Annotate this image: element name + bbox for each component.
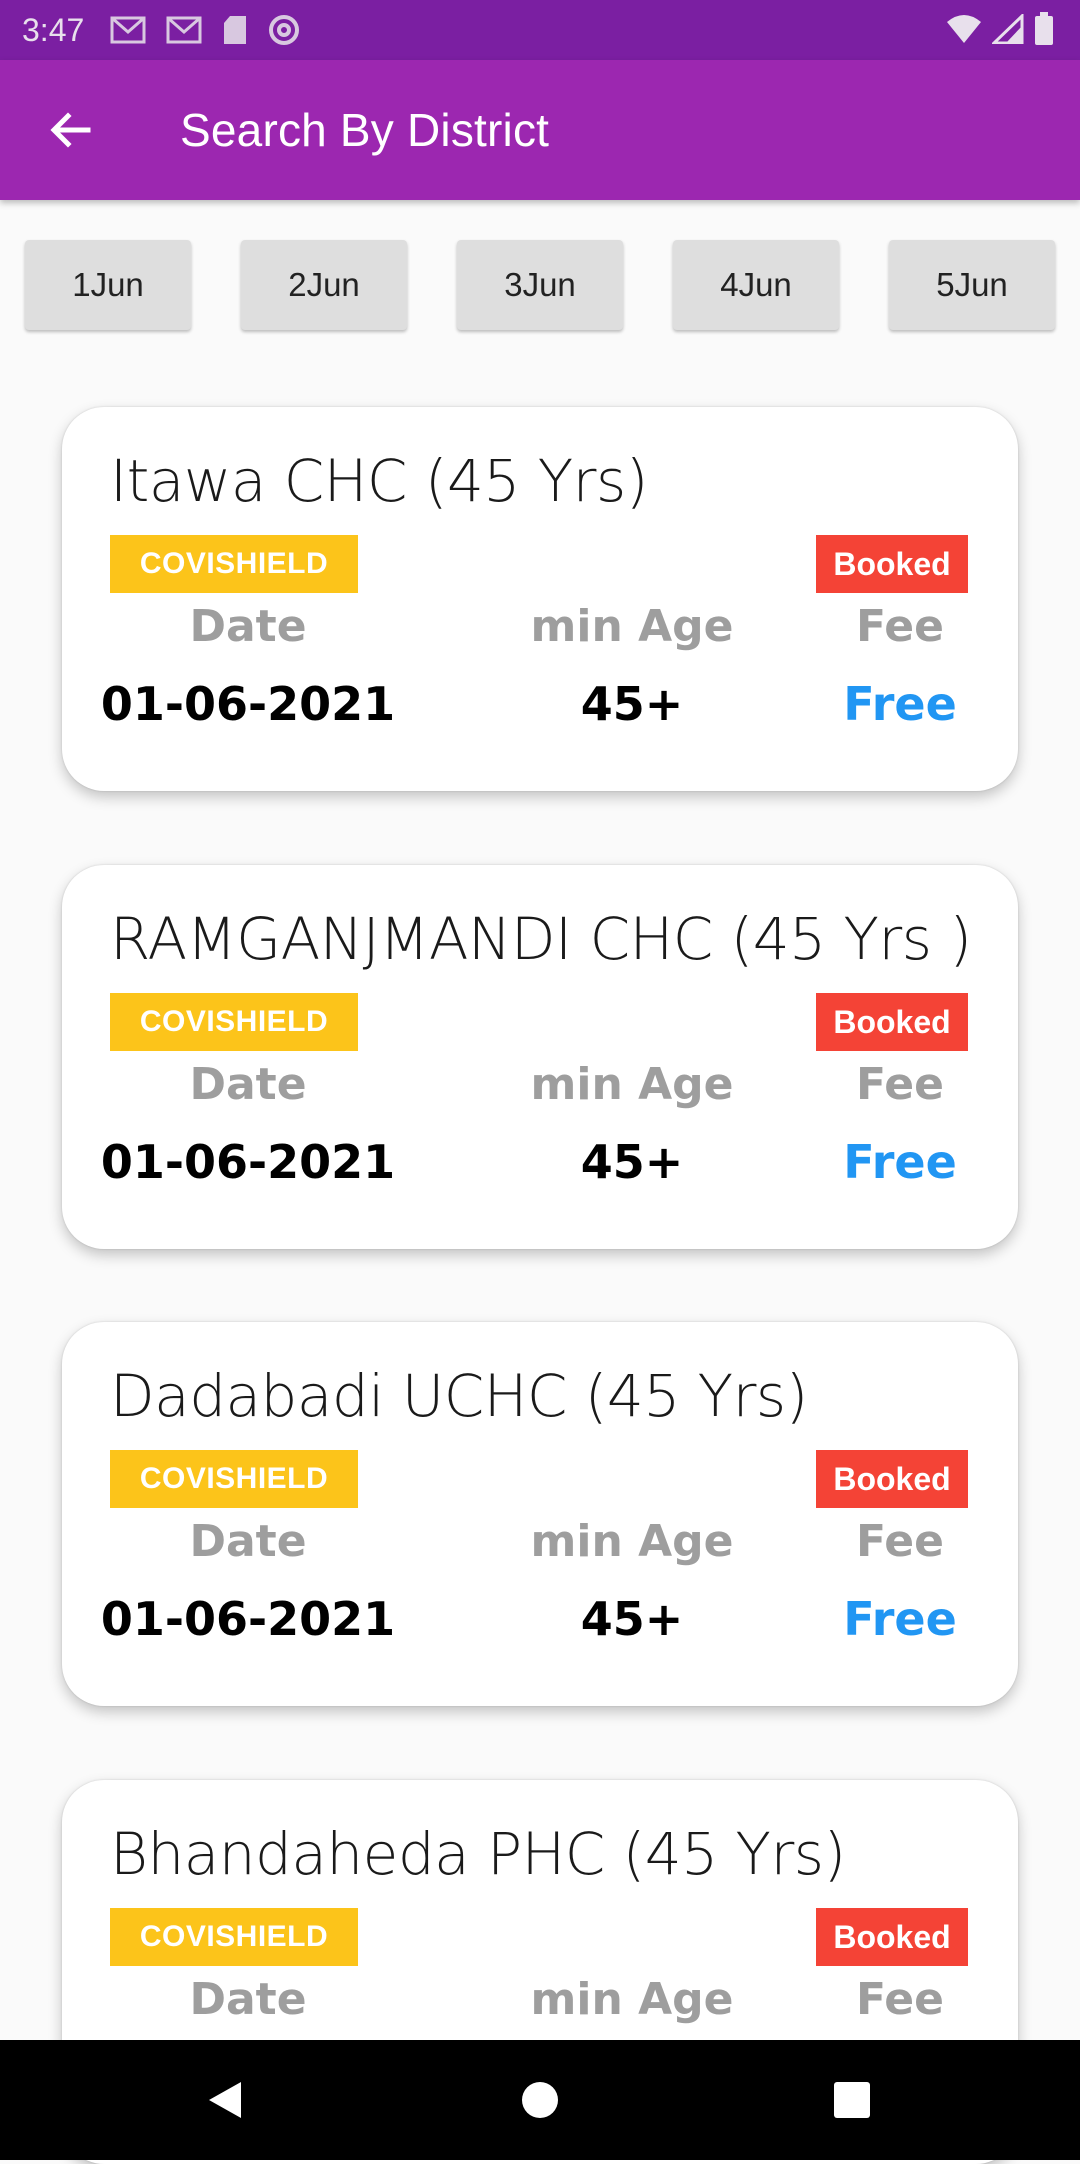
center-card[interactable]: Dadabadi UCHC (45 Yrs) COVISHIELD Booked…: [62, 1322, 1018, 1706]
nav-back-button[interactable]: [165, 2040, 285, 2160]
vaccine-badge: COVISHIELD: [110, 993, 358, 1051]
at-sign-icon: [268, 14, 300, 46]
battery-icon: [1034, 12, 1054, 51]
min-age-value: 45+: [580, 1135, 684, 1189]
date-label: Date: [189, 601, 307, 652]
recents-square-icon: [834, 2082, 870, 2118]
center-name: RAMGANJMANDI CHC (45 Yrs ): [110, 905, 972, 973]
date-value: 01-06-2021: [100, 1135, 396, 1189]
status-badge: Booked: [816, 1908, 968, 1966]
gmail-icon: [166, 16, 202, 44]
date-tabs: 1Jun 2Jun 3Jun 4Jun 5Jun: [0, 240, 1080, 330]
center-card[interactable]: RAMGANJMANDI CHC (45 Yrs ) COVISHIELD Bo…: [62, 865, 1018, 1249]
date-tab-1jun[interactable]: 1Jun: [25, 240, 191, 330]
date-label: Date: [189, 1974, 307, 2025]
page-title: Search By District: [180, 104, 550, 156]
gmail-icon: [110, 16, 146, 44]
min-age-label: min Age: [530, 1059, 734, 1110]
center-name: Itawa CHC (45 Yrs): [110, 447, 648, 515]
navigation-bar: [0, 2040, 1080, 2160]
date-value: 01-06-2021: [100, 1592, 396, 1646]
fee-value: Free: [843, 677, 957, 731]
date-label: Date: [189, 1059, 307, 1110]
vaccine-badge: COVISHIELD: [110, 1450, 358, 1508]
status-badge: Booked: [816, 993, 968, 1051]
date-tab-5jun[interactable]: 5Jun: [889, 240, 1055, 330]
min-age-value: 45+: [580, 1592, 684, 1646]
fee-value: Free: [843, 1135, 957, 1189]
date-label: Date: [189, 1516, 307, 1567]
min-age-label: min Age: [530, 601, 734, 652]
min-age-label: min Age: [530, 1516, 734, 1567]
date-tab-3jun[interactable]: 3Jun: [457, 240, 623, 330]
date-tab-2jun[interactable]: 2Jun: [241, 240, 407, 330]
min-age-value: 45+: [580, 677, 684, 731]
fee-label: Fee: [856, 1059, 944, 1110]
status-badge: Booked: [816, 535, 968, 593]
wifi-icon: [946, 14, 982, 49]
arrow-left-icon: [50, 112, 91, 148]
signal-icon: [990, 12, 1024, 49]
fee-label: Fee: [856, 601, 944, 652]
back-button[interactable]: [40, 100, 100, 160]
status-bar: 3:47: [0, 0, 1080, 60]
center-card[interactable]: Itawa CHC (45 Yrs) COVISHIELD Booked Dat…: [62, 407, 1018, 791]
center-name: Dadabadi UCHC (45 Yrs): [110, 1362, 808, 1430]
home-circle-icon: [522, 2082, 558, 2118]
vaccine-badge: COVISHIELD: [110, 535, 358, 593]
nav-recents-button[interactable]: [792, 2040, 912, 2160]
sd-card-icon: [222, 15, 248, 45]
center-name: Bhandaheda PHC (45 Yrs): [110, 1820, 846, 1888]
status-badge: Booked: [816, 1450, 968, 1508]
nav-home-button[interactable]: [480, 2040, 600, 2160]
date-tab-4jun[interactable]: 4Jun: [673, 240, 839, 330]
vaccine-badge: COVISHIELD: [110, 1908, 358, 1966]
fee-label: Fee: [856, 1516, 944, 1567]
fee-value: Free: [843, 1592, 957, 1646]
date-value: 01-06-2021: [100, 677, 396, 731]
back-triangle-icon: [209, 2082, 241, 2118]
fee-label: Fee: [856, 1974, 944, 2025]
status-time: 3:47: [22, 11, 85, 48]
app-bar: Search By District: [0, 60, 1080, 200]
min-age-label: min Age: [530, 1974, 734, 2025]
